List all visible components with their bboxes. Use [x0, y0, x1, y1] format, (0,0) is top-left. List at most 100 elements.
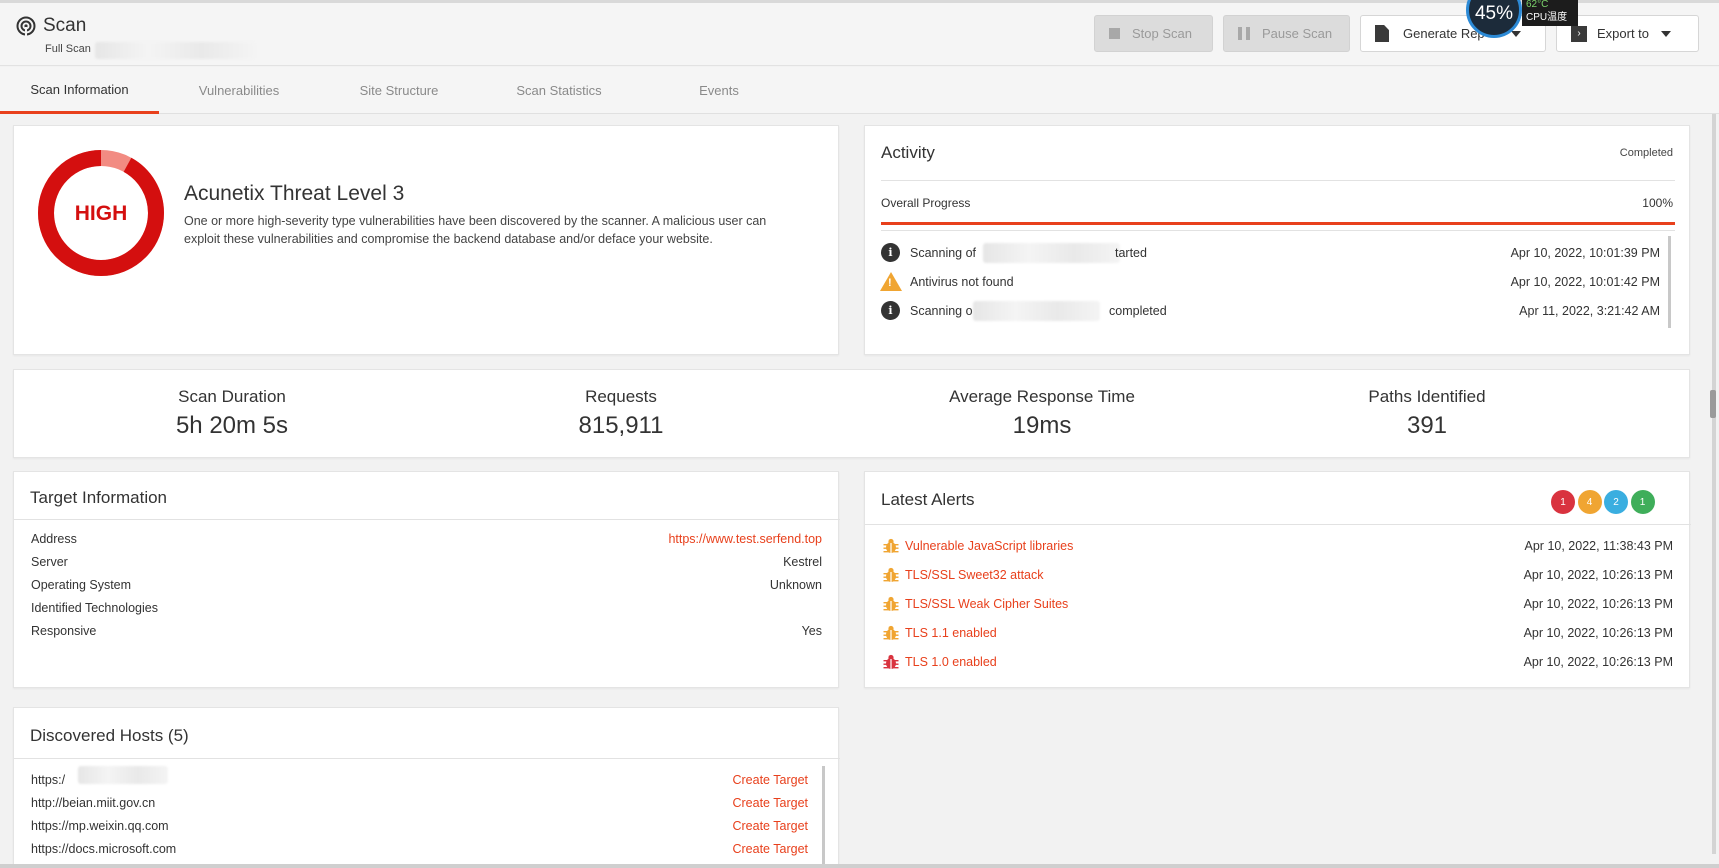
- pause-icon: [1238, 27, 1250, 40]
- activity-event-time: Apr 10, 2022, 10:01:42 PM: [1510, 275, 1660, 289]
- progress-value: 100%: [1642, 196, 1673, 210]
- alert-time: Apr 10, 2022, 10:26:13 PM: [1523, 568, 1673, 582]
- threat-level-description: One or more high-severity type vulnerabi…: [184, 214, 767, 246]
- activity-status: Completed: [1619, 147, 1673, 159]
- info-icon: i: [881, 243, 900, 262]
- redacted-target: [95, 42, 255, 59]
- bug-icon: [883, 567, 899, 582]
- divider: [14, 758, 840, 759]
- target-row-label: Responsive: [31, 624, 97, 638]
- tab-bar: Scan Information Vulnerabilities Site St…: [0, 67, 1719, 114]
- alert-link[interactable]: TLS/SSL Weak Cipher Suites: [905, 597, 1068, 611]
- alert-time: Apr 10, 2022, 10:26:13 PM: [1523, 655, 1673, 669]
- severity-count-badge[interactable]: 1: [1630, 490, 1655, 514]
- tab-scan-information[interactable]: Scan Information: [0, 67, 159, 114]
- host-url: http://beian.miit.gov.cn: [31, 796, 156, 810]
- export-icon: ›: [1571, 25, 1587, 42]
- latest-alerts-title: Latest Alerts: [881, 490, 975, 509]
- severity-count-badge[interactable]: 1: [1551, 490, 1575, 514]
- stat-label-paths: Paths Identified: [1368, 387, 1486, 406]
- host-url: https://mp.weixin.qq.com: [31, 819, 169, 833]
- target-row-value: Kestrel: [783, 555, 822, 569]
- severity-count-badge[interactable]: 2: [1604, 490, 1628, 514]
- progress-label: Overall Progress: [881, 196, 971, 210]
- radar-icon: [16, 16, 36, 36]
- bottom-border: [0, 864, 1719, 868]
- divider: [881, 180, 1675, 181]
- stat-value-paths: 391: [1406, 412, 1448, 439]
- target-row-label: Address: [31, 532, 77, 546]
- chevron-down-icon: [1661, 30, 1672, 37]
- activity-event-text: Scanning o: [910, 304, 973, 318]
- progress-bar: [881, 222, 1675, 225]
- target-row-label: Operating System: [31, 578, 132, 592]
- divider: [881, 230, 1675, 231]
- target-row-value: Unknown: [769, 578, 822, 592]
- threat-level-card: HIGH Acunetix Threat Level 3 One or more…: [13, 125, 839, 355]
- activity-event-text: Scanning of: [910, 246, 977, 260]
- stat-label-duration: Scan Duration: [178, 387, 286, 406]
- tab-scan-statistics[interactable]: Scan Statistics: [479, 67, 639, 114]
- activity-scrollbar[interactable]: [1668, 236, 1671, 328]
- stat-label-requests: Requests: [585, 387, 657, 406]
- redacted-target: [983, 243, 1120, 263]
- pause-scan-button[interactable]: Pause Scan: [1223, 15, 1350, 52]
- info-icon: i: [881, 301, 900, 320]
- cpu-temp: 62°C: [1526, 0, 1549, 10]
- target-row-value: Yes: [801, 624, 822, 638]
- create-target-link[interactable]: Create Target: [732, 796, 808, 810]
- threat-ring: HIGH: [38, 150, 164, 276]
- bug-icon: [883, 654, 899, 669]
- warning-icon: !: [880, 272, 902, 291]
- scan-stats-card: Scan Duration 5h 20m 5s Requests 815,911…: [13, 369, 1690, 458]
- stat-label-response-time: Average Response Time: [949, 387, 1135, 406]
- threat-level-word: HIGH: [75, 202, 128, 225]
- page-scrollbar-thumb[interactable]: [1710, 390, 1716, 418]
- tab-events[interactable]: Events: [639, 67, 799, 114]
- target-address-link[interactable]: https://www.test.serfend.top: [668, 532, 822, 546]
- redacted-target: [973, 301, 1100, 321]
- severity-count-badge[interactable]: 4: [1577, 490, 1602, 514]
- activity-event-text: completed: [1109, 304, 1167, 318]
- activity-title: Activity: [881, 143, 935, 162]
- page-title: Scan: [43, 15, 87, 36]
- tab-site-structure[interactable]: Site Structure: [319, 67, 479, 114]
- hosts-scrollbar[interactable]: [822, 766, 825, 868]
- target-row-label: Identified Technologies: [31, 601, 158, 615]
- alert-time: Apr 10, 2022, 10:26:13 PM: [1523, 626, 1673, 640]
- page-header: Scan Full Scan Stop Scan Pause Scan Gene…: [0, 3, 1719, 66]
- stat-value-duration: 5h 20m 5s: [175, 412, 289, 439]
- activity-card: Activity Completed Overall Progress 100%…: [864, 125, 1690, 355]
- bug-icon: [883, 625, 899, 640]
- create-target-link[interactable]: Create Target: [732, 842, 808, 856]
- activity-event-text: tarted: [1115, 246, 1147, 260]
- stop-icon: [1109, 28, 1120, 39]
- alert-link[interactable]: TLS 1.0 enabled: [905, 655, 997, 669]
- host-url: https://docs.microsoft.com: [31, 842, 177, 856]
- threat-level-title: Acunetix Threat Level 3: [184, 182, 405, 205]
- stat-value-requests: 815,911: [578, 412, 664, 439]
- page-scrollbar-track[interactable]: [1712, 114, 1716, 854]
- target-row-label: Server: [31, 555, 68, 569]
- cpu-temp-widget: 62°C CPU温度: [1522, 0, 1578, 26]
- redacted-host: [78, 766, 168, 784]
- bug-icon: [883, 538, 899, 553]
- create-target-link[interactable]: Create Target: [732, 773, 808, 787]
- stop-scan-button[interactable]: Stop Scan: [1094, 15, 1213, 52]
- host-url: https:/: [31, 773, 66, 787]
- target-information-card: Target Information Address https://www.t…: [13, 471, 840, 688]
- divider: [865, 524, 1691, 525]
- alert-link[interactable]: TLS/SSL Sweet32 attack: [905, 568, 1044, 582]
- tab-vulnerabilities[interactable]: Vulnerabilities: [159, 67, 319, 114]
- stat-value-response-time: 19ms: [1012, 412, 1072, 439]
- bug-icon: [883, 596, 899, 611]
- discovered-hosts-card: Discovered Hosts (5) https:/ Create Targe…: [13, 707, 840, 868]
- alert-link[interactable]: TLS 1.1 enabled: [905, 626, 997, 640]
- cpu-temp-label: CPU温度: [1526, 12, 1568, 23]
- alert-time: Apr 10, 2022, 11:38:43 PM: [1524, 539, 1673, 553]
- discovered-hosts-title: Discovered Hosts (5): [30, 726, 189, 745]
- activity-event-text: Antivirus not found: [910, 275, 1014, 289]
- create-target-link[interactable]: Create Target: [732, 819, 808, 833]
- chevron-down-icon: [1510, 30, 1521, 37]
- alert-link[interactable]: Vulnerable JavaScript libraries: [905, 539, 1073, 553]
